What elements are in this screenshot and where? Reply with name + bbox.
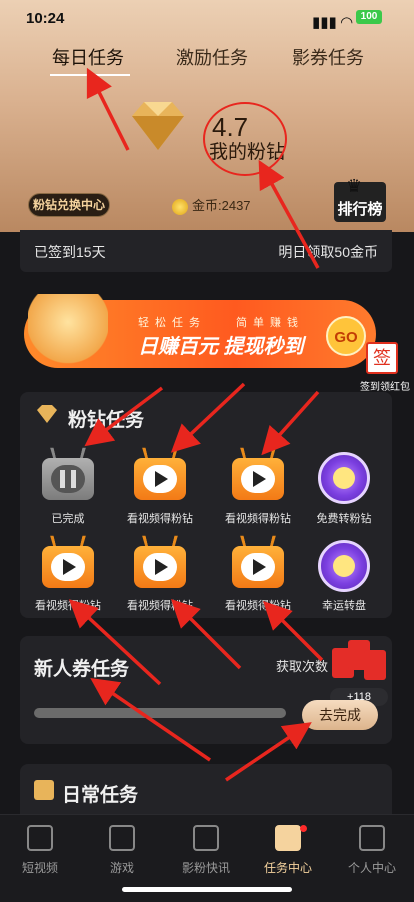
tv-play-icon[interactable] xyxy=(228,535,288,592)
promo-tagline-left: 轻松任务 xyxy=(138,317,206,329)
coin-balance-text: 金币:2437 xyxy=(192,198,251,213)
wheel-icon[interactable] xyxy=(314,448,374,504)
active-tab-underline xyxy=(50,74,130,76)
promo-tagline-right: 简单赚钱 xyxy=(236,317,304,329)
exchange-center-button[interactable]: 粉钻兑换中心 xyxy=(28,193,110,217)
notification-dot xyxy=(300,825,307,832)
tv-play-icon[interactable] xyxy=(130,447,190,504)
diamond-icon xyxy=(132,102,184,150)
newcomer-task-title: 新人券任务 xyxy=(34,659,130,680)
news-icon xyxy=(193,825,219,851)
newcomer-count-label: 获取次数 xyxy=(276,659,329,674)
calendar-icon xyxy=(34,780,54,800)
newcomer-progress-bar xyxy=(34,708,286,718)
sign-in-icon[interactable]: 签 xyxy=(366,342,398,374)
profile-icon xyxy=(359,825,385,851)
task-label: 看视频得粉钻 xyxy=(127,513,193,525)
status-bar: 10:24 ▮▮▮ ◠ 100 xyxy=(0,0,414,36)
checkin-days: 已签到15天 xyxy=(34,244,106,260)
task-label: 幸运转盘 xyxy=(322,600,366,612)
promo-go-button[interactable]: GO xyxy=(326,316,366,356)
daily-task-title: 日常任务 xyxy=(62,785,139,806)
nav-label: 游戏 xyxy=(109,861,134,875)
diamond-task-title: 粉钻任务 xyxy=(68,410,145,431)
tab-daily[interactable]: 每日任务 xyxy=(52,44,124,70)
gamepad-icon xyxy=(109,825,135,851)
wheel-icon[interactable] xyxy=(314,536,374,592)
task-label: 看视频得粉钻 xyxy=(225,600,291,612)
task-label: 看视频得粉钻 xyxy=(35,600,101,612)
nav-news[interactable]: 影粉快讯 xyxy=(166,825,246,876)
sign-in-label: 签到领红包 xyxy=(360,382,410,393)
nav-task-center[interactable]: 任务中心 xyxy=(248,825,328,876)
trophy-icon xyxy=(28,294,108,364)
checkin-card: 已签到15天 明日领取50金币 xyxy=(20,230,392,272)
coin-balance: 金币:2437 xyxy=(172,195,251,215)
promo-headline: 日赚百元 提现秒到 xyxy=(138,336,304,358)
battery-icon: 100 xyxy=(356,10,382,24)
tv-play-icon[interactable] xyxy=(228,447,288,504)
signal-wifi-icon: ▮▮▮ ◠ xyxy=(312,14,353,31)
red-envelope-icon xyxy=(328,636,388,684)
tab-incentive[interactable]: 激励任务 xyxy=(176,44,248,70)
nav-label: 个人中心 xyxy=(347,861,396,875)
tv-play-icon[interactable] xyxy=(130,535,190,592)
checkin-tomorrow-reward: 明日领取50金币 xyxy=(278,244,378,260)
go-complete-button[interactable]: 去完成 xyxy=(302,700,378,730)
diamond-small-icon xyxy=(37,405,57,423)
nav-games[interactable]: 游戏 xyxy=(82,825,162,876)
task-label: 已完成 xyxy=(51,513,85,525)
home-indicator xyxy=(122,887,292,892)
task-label: 看视频得粉钻 xyxy=(225,513,291,525)
annotation-circle xyxy=(203,102,287,176)
nav-label: 短视频 xyxy=(21,861,58,875)
coin-icon xyxy=(172,198,188,215)
nav-label: 影粉快讯 xyxy=(181,861,230,875)
tv-play-icon[interactable] xyxy=(38,535,98,592)
nav-short-video[interactable]: 短视频 xyxy=(0,825,80,876)
task-center-icon xyxy=(275,825,301,851)
task-label: 免费转粉钻 xyxy=(316,513,372,525)
nav-profile[interactable]: 个人中心 xyxy=(332,825,412,876)
task-label: 看视频得粉钻 xyxy=(127,600,193,612)
short-video-icon xyxy=(27,825,53,851)
tab-ticket[interactable]: 影券任务 xyxy=(292,44,364,70)
status-time: 10:24 xyxy=(26,10,65,27)
crown-icon: ♛ xyxy=(346,176,363,196)
nav-label: 任务中心 xyxy=(263,861,312,875)
tv-pause-icon[interactable] xyxy=(38,447,98,504)
